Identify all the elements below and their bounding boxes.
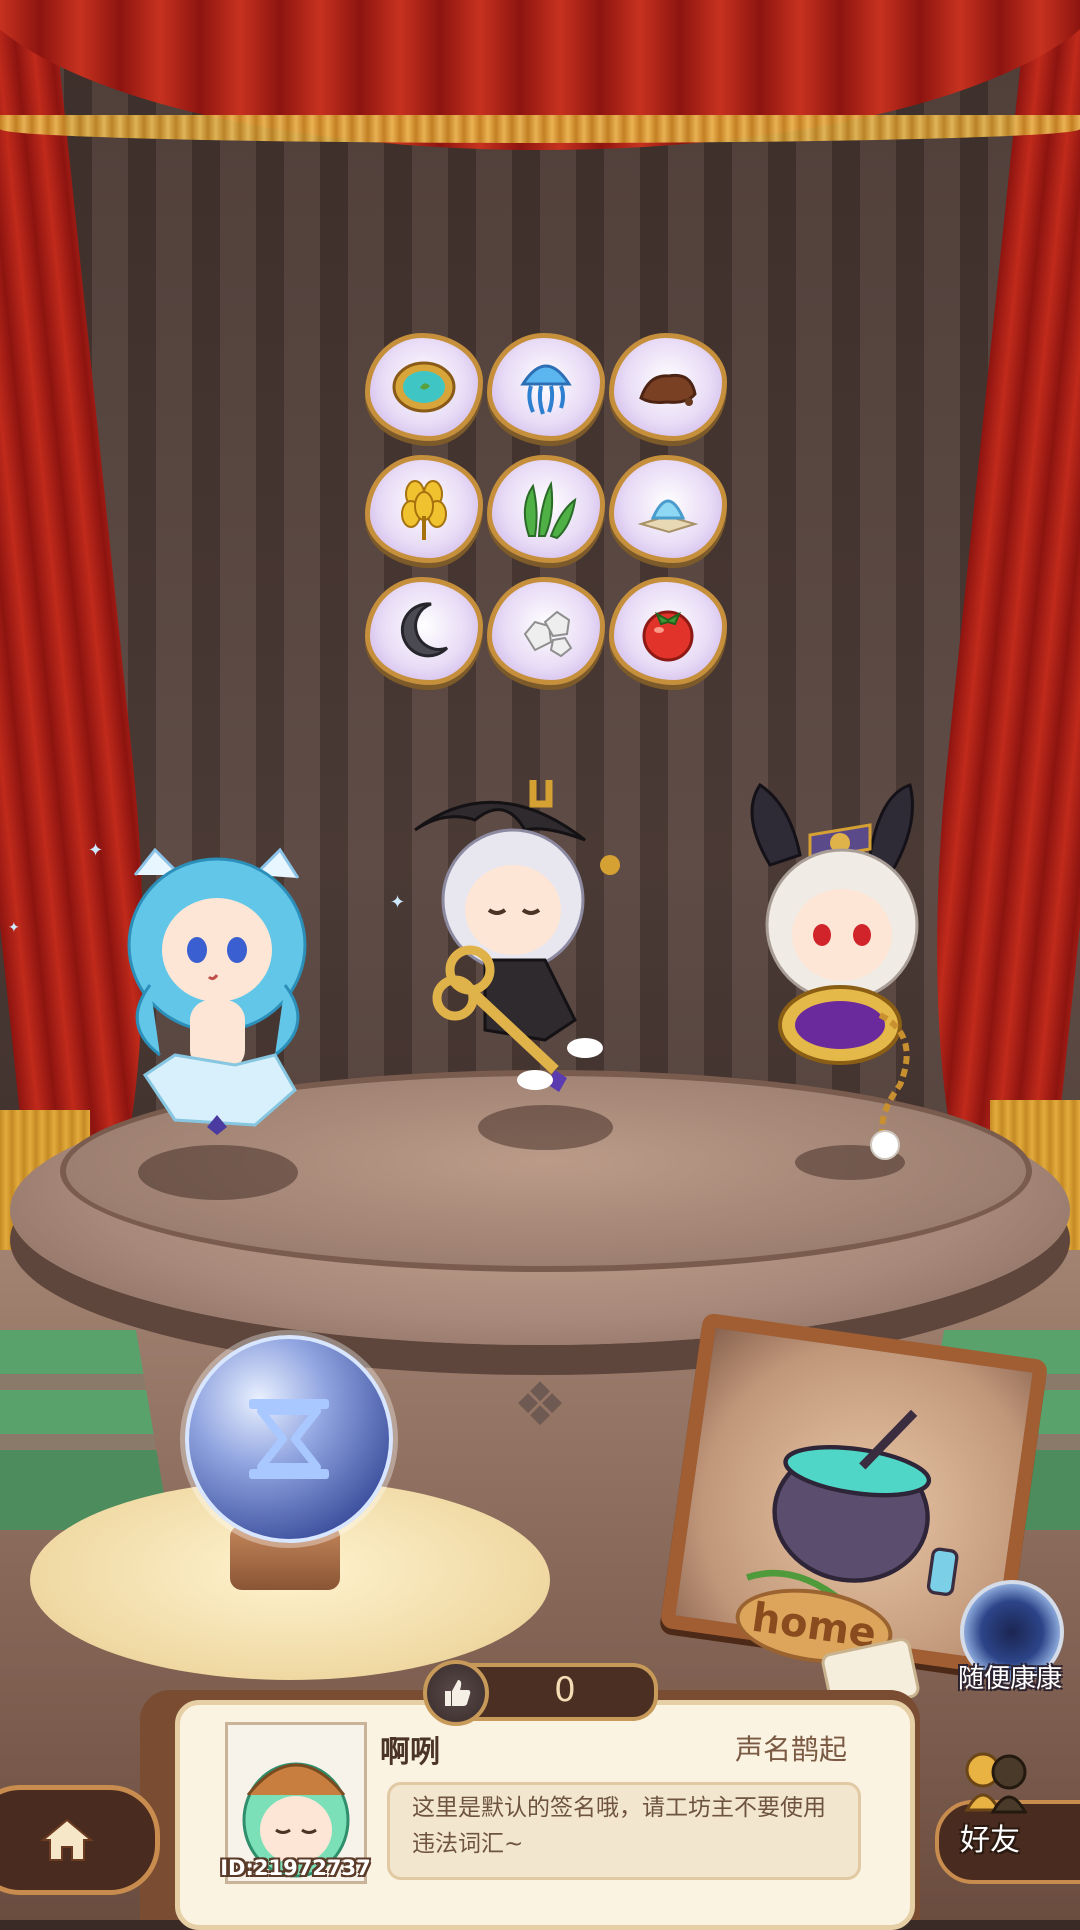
ice-crystal-ingredient-icon[interactable]	[609, 455, 727, 563]
rock-ingredient-icon[interactable]	[487, 577, 605, 685]
bunny-mirror-character[interactable]	[730, 775, 950, 1165]
mirror-ingredient-icon[interactable]	[365, 333, 483, 441]
jellyfish-ingredient-icon[interactable]	[487, 333, 605, 441]
user-title: 声名鹊起	[735, 1733, 848, 1766]
green-herb-ingredient-icon[interactable]	[487, 455, 605, 563]
signature-text: 这里是默认的签名哦，请工坊主不要使用违法词汇~	[412, 1795, 826, 1857]
friends-label[interactable]: 好友	[960, 1815, 1020, 1859]
dirt-ingredient-icon[interactable]	[609, 333, 727, 441]
user-name: 啊咧	[380, 1735, 440, 1770]
stage-ornament-icon: ❖	[513, 1370, 567, 1440]
tomato-ingredient-icon[interactable]	[609, 577, 727, 685]
golden-wheat-ingredient-icon[interactable]	[365, 455, 483, 563]
user-id: ID:21972737	[220, 1856, 371, 1880]
sparkle-icon: ✦	[8, 920, 20, 936]
home-button[interactable]	[0, 1785, 160, 1895]
top-curtain-fringe	[0, 115, 1080, 143]
like-count: 0	[554, 1670, 576, 1710]
key-witch-shadow	[478, 1105, 613, 1150]
key-witch-character[interactable]	[405, 770, 640, 1100]
ice-fairy-character[interactable]	[105, 835, 335, 1155]
thumbs-up-icon[interactable]	[423, 1660, 489, 1726]
friends-icon[interactable]	[945, 1740, 1045, 1820]
sparkle-icon: ✦	[390, 892, 406, 913]
random-visit-label[interactable]: 随便康康	[945, 1658, 1075, 1695]
hourglass-icon	[249, 1399, 329, 1479]
sparkle-icon: ✦	[88, 840, 104, 861]
home-icon	[40, 1818, 94, 1861]
moon-stone-ingredient-icon[interactable]	[365, 577, 483, 685]
hourglass-orb-button[interactable]	[185, 1335, 393, 1543]
